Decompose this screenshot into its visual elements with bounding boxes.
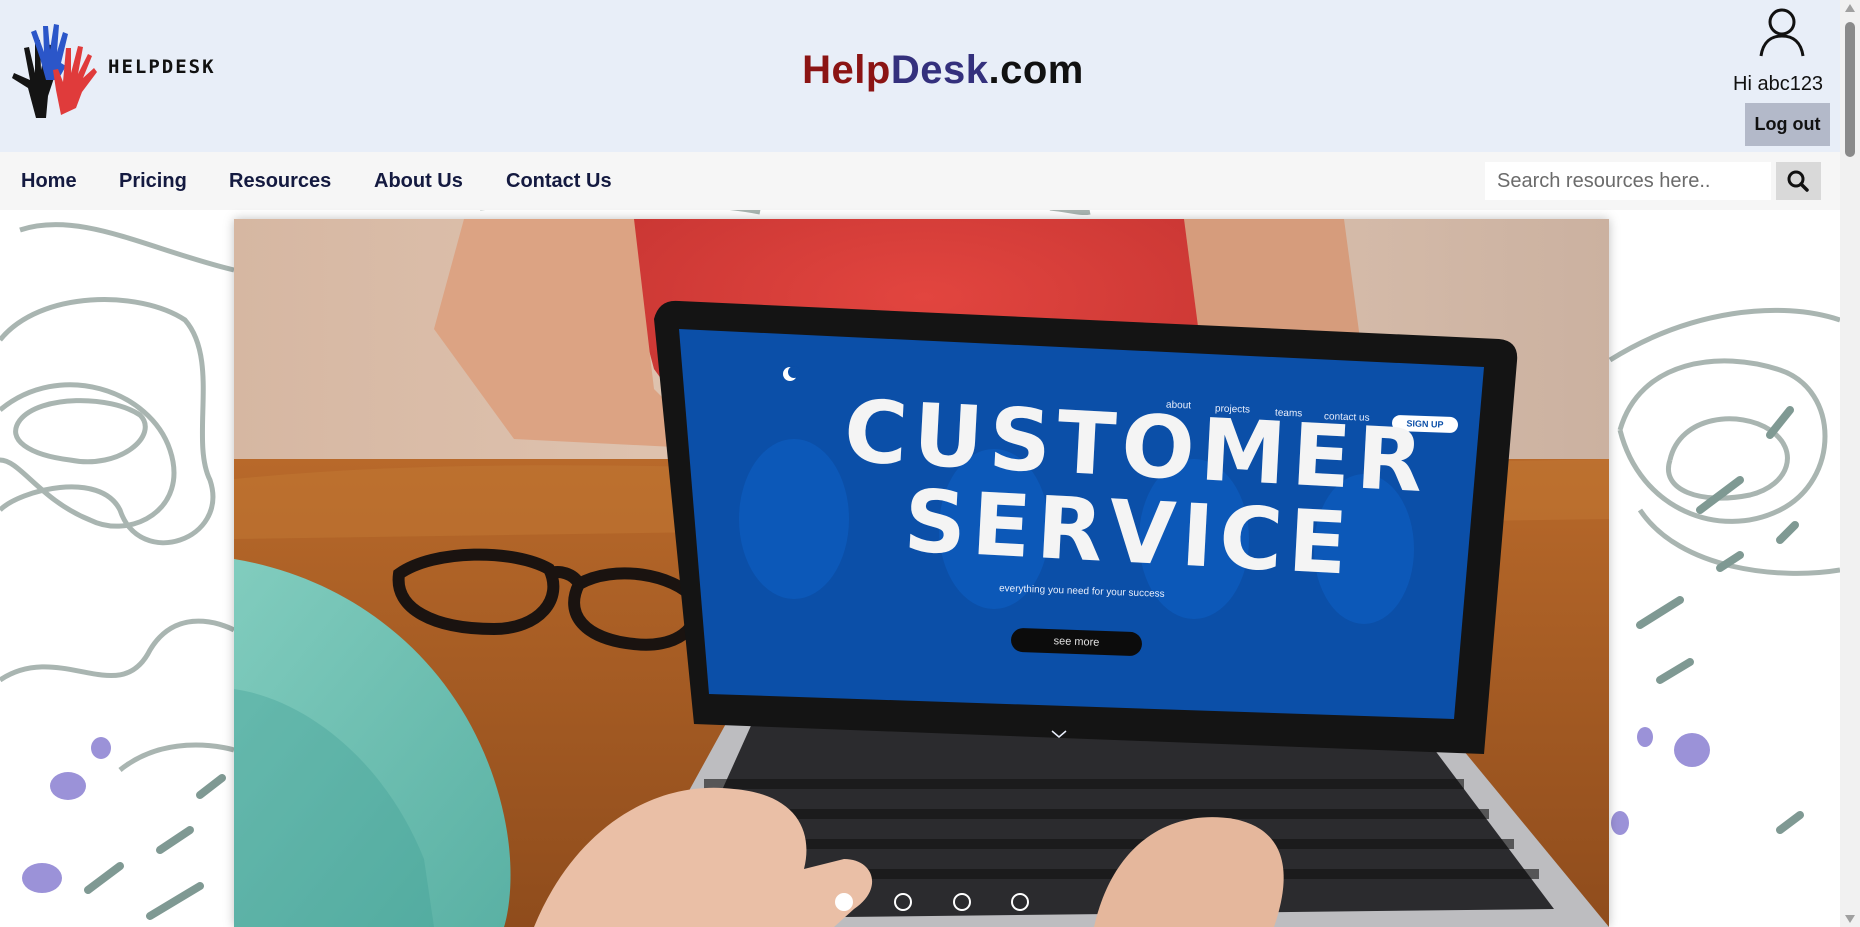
user-greeting: Hi abc123: [1733, 73, 1824, 95]
search-button[interactable]: [1776, 162, 1821, 200]
chevron-down-icon: [1051, 730, 1067, 738]
carousel-dot-3[interactable]: [953, 893, 971, 911]
carousel-dot-1[interactable]: [835, 893, 853, 911]
scrollbar-thumb[interactable]: [1845, 22, 1855, 157]
site-title-help: Help: [802, 48, 891, 92]
logout-button[interactable]: Log out: [1745, 103, 1830, 146]
hero-illustration: [234, 219, 1609, 927]
screen-see-more-button: see more: [1010, 627, 1143, 657]
site-title-desk: Desk: [890, 48, 989, 92]
hero-carousel-slide: about projects teams contact us SIGN UP …: [234, 219, 1609, 927]
search-icon: [1787, 170, 1809, 192]
nav-pricing[interactable]: Pricing: [119, 170, 187, 193]
nav-resources[interactable]: Resources: [229, 170, 331, 193]
nav-contact-us[interactable]: Contact Us: [506, 170, 612, 193]
site-title: HelpDesk.com: [0, 48, 1860, 93]
scroll-up-arrow-icon[interactable]: [1845, 4, 1855, 12]
scroll-down-arrow-icon[interactable]: [1845, 915, 1855, 923]
carousel-dot-4[interactable]: [1011, 893, 1029, 911]
site-title-domain: .com: [988, 48, 1084, 92]
carousel-dot-2[interactable]: [894, 893, 912, 911]
nav-home[interactable]: Home: [21, 170, 77, 193]
nav-about-us[interactable]: About Us: [374, 170, 463, 193]
user-icon[interactable]: [1756, 6, 1808, 58]
search-input[interactable]: [1485, 162, 1771, 200]
page-scrollbar[interactable]: [1840, 0, 1860, 927]
moon-logo-icon: [783, 366, 800, 381]
header: HELPDESK HelpDesk.com Hi abc123 Log out: [0, 0, 1840, 152]
main-nav: Home Pricing Resources About Us Contact …: [0, 152, 1840, 210]
